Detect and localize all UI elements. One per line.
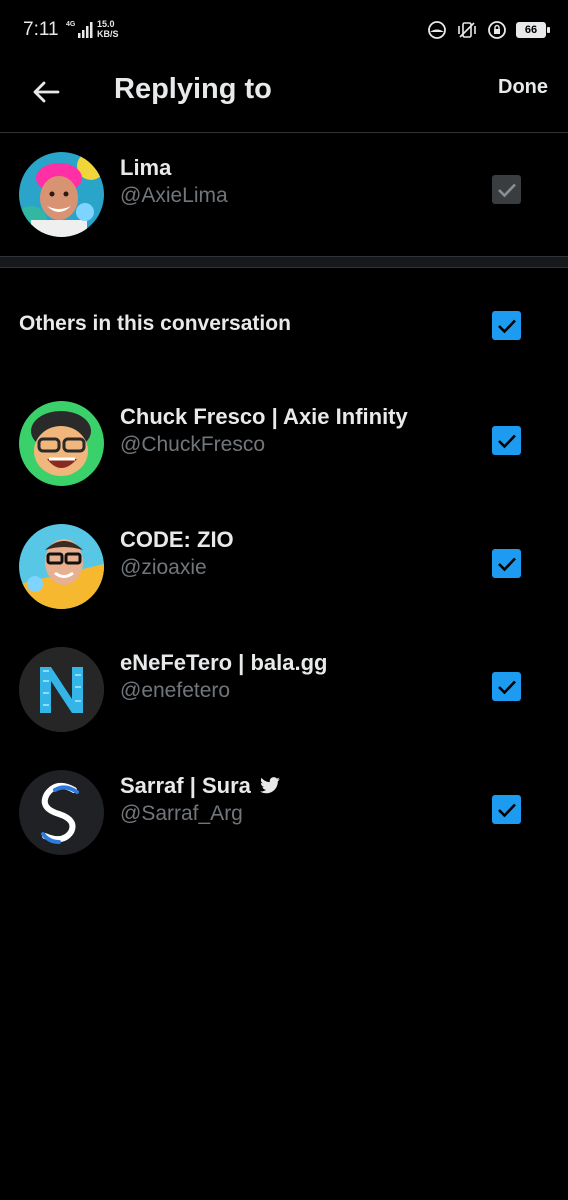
user-handle: @enefetero bbox=[120, 679, 231, 702]
checkmark-icon bbox=[497, 319, 516, 333]
data-saver-icon bbox=[426, 19, 448, 41]
list-item: Sarraf | Sura @Sarraf_Arg bbox=[0, 770, 568, 870]
avatar[interactable] bbox=[19, 770, 104, 855]
list-item: Chuck Fresco | Axie Infinity @ChuckFresc… bbox=[0, 401, 568, 501]
header-divider bbox=[0, 132, 568, 133]
user-name: eNeFeTero | bala.gg bbox=[120, 650, 328, 675]
person-checkbox[interactable] bbox=[492, 549, 521, 578]
arrow-left-icon bbox=[33, 81, 60, 103]
network-speed: 15.0 KB/S bbox=[97, 19, 119, 39]
svg-text:4G: 4G bbox=[66, 21, 76, 28]
status-bar: 7:11 4G 15.0 KB/S 66 bbox=[0, 0, 568, 62]
section-divider bbox=[0, 256, 568, 268]
checkmark-icon bbox=[497, 183, 516, 197]
avatar-chuck-image bbox=[19, 401, 104, 486]
battery-icon: 66 bbox=[516, 22, 550, 38]
signal-4g-icon: 4G bbox=[66, 21, 93, 38]
avatar[interactable] bbox=[19, 401, 104, 486]
page-title: Replying to bbox=[114, 73, 272, 105]
avatar[interactable] bbox=[19, 524, 104, 609]
list-item: eNeFeTero | bala.gg @enefetero bbox=[0, 647, 568, 747]
user-handle: @Sarraf_Arg bbox=[120, 802, 243, 825]
header: Replying to Done bbox=[0, 62, 568, 132]
checkmark-icon bbox=[497, 803, 516, 817]
person-checkbox[interactable] bbox=[492, 672, 521, 701]
checkmark-icon bbox=[497, 557, 516, 571]
person-checkbox[interactable] bbox=[492, 795, 521, 824]
avatar-enefetero-image bbox=[19, 647, 104, 732]
user-name: Lima bbox=[120, 155, 172, 180]
user-handle: @ChuckFresco bbox=[120, 433, 266, 456]
user-handle: @AxieLima bbox=[120, 184, 228, 207]
list-item: CODE: ZIO @zioaxie bbox=[0, 524, 568, 624]
checkmark-icon bbox=[497, 434, 516, 448]
person-checkbox[interactable] bbox=[492, 426, 521, 455]
avatar-sarraf-image bbox=[19, 770, 104, 855]
user-name: Sarraf | Sura bbox=[120, 773, 281, 799]
alarm-lock-icon bbox=[486, 19, 508, 41]
user-name: CODE: ZIO bbox=[120, 527, 234, 552]
user-name: Chuck Fresco | Axie Infinity bbox=[120, 404, 408, 429]
avatar[interactable] bbox=[19, 647, 104, 732]
status-time: 7:11 bbox=[23, 19, 59, 40]
twitter-bird-icon bbox=[259, 777, 280, 794]
reply-target-checkbox[interactable] bbox=[492, 175, 521, 204]
avatar-lima-image bbox=[19, 152, 104, 237]
status-icons: 66 bbox=[426, 17, 550, 43]
checkmark-icon bbox=[497, 680, 516, 694]
done-button[interactable]: Done bbox=[498, 76, 548, 99]
reply-target-row: Lima @AxieLima bbox=[0, 152, 568, 252]
others-section-label: Others in this conversation bbox=[19, 312, 291, 335]
select-all-checkbox[interactable] bbox=[492, 311, 521, 340]
back-button[interactable] bbox=[26, 72, 66, 112]
avatar-zio-image bbox=[19, 524, 104, 609]
avatar[interactable] bbox=[19, 152, 104, 237]
vibrate-icon bbox=[456, 19, 478, 41]
user-handle: @zioaxie bbox=[120, 556, 207, 579]
